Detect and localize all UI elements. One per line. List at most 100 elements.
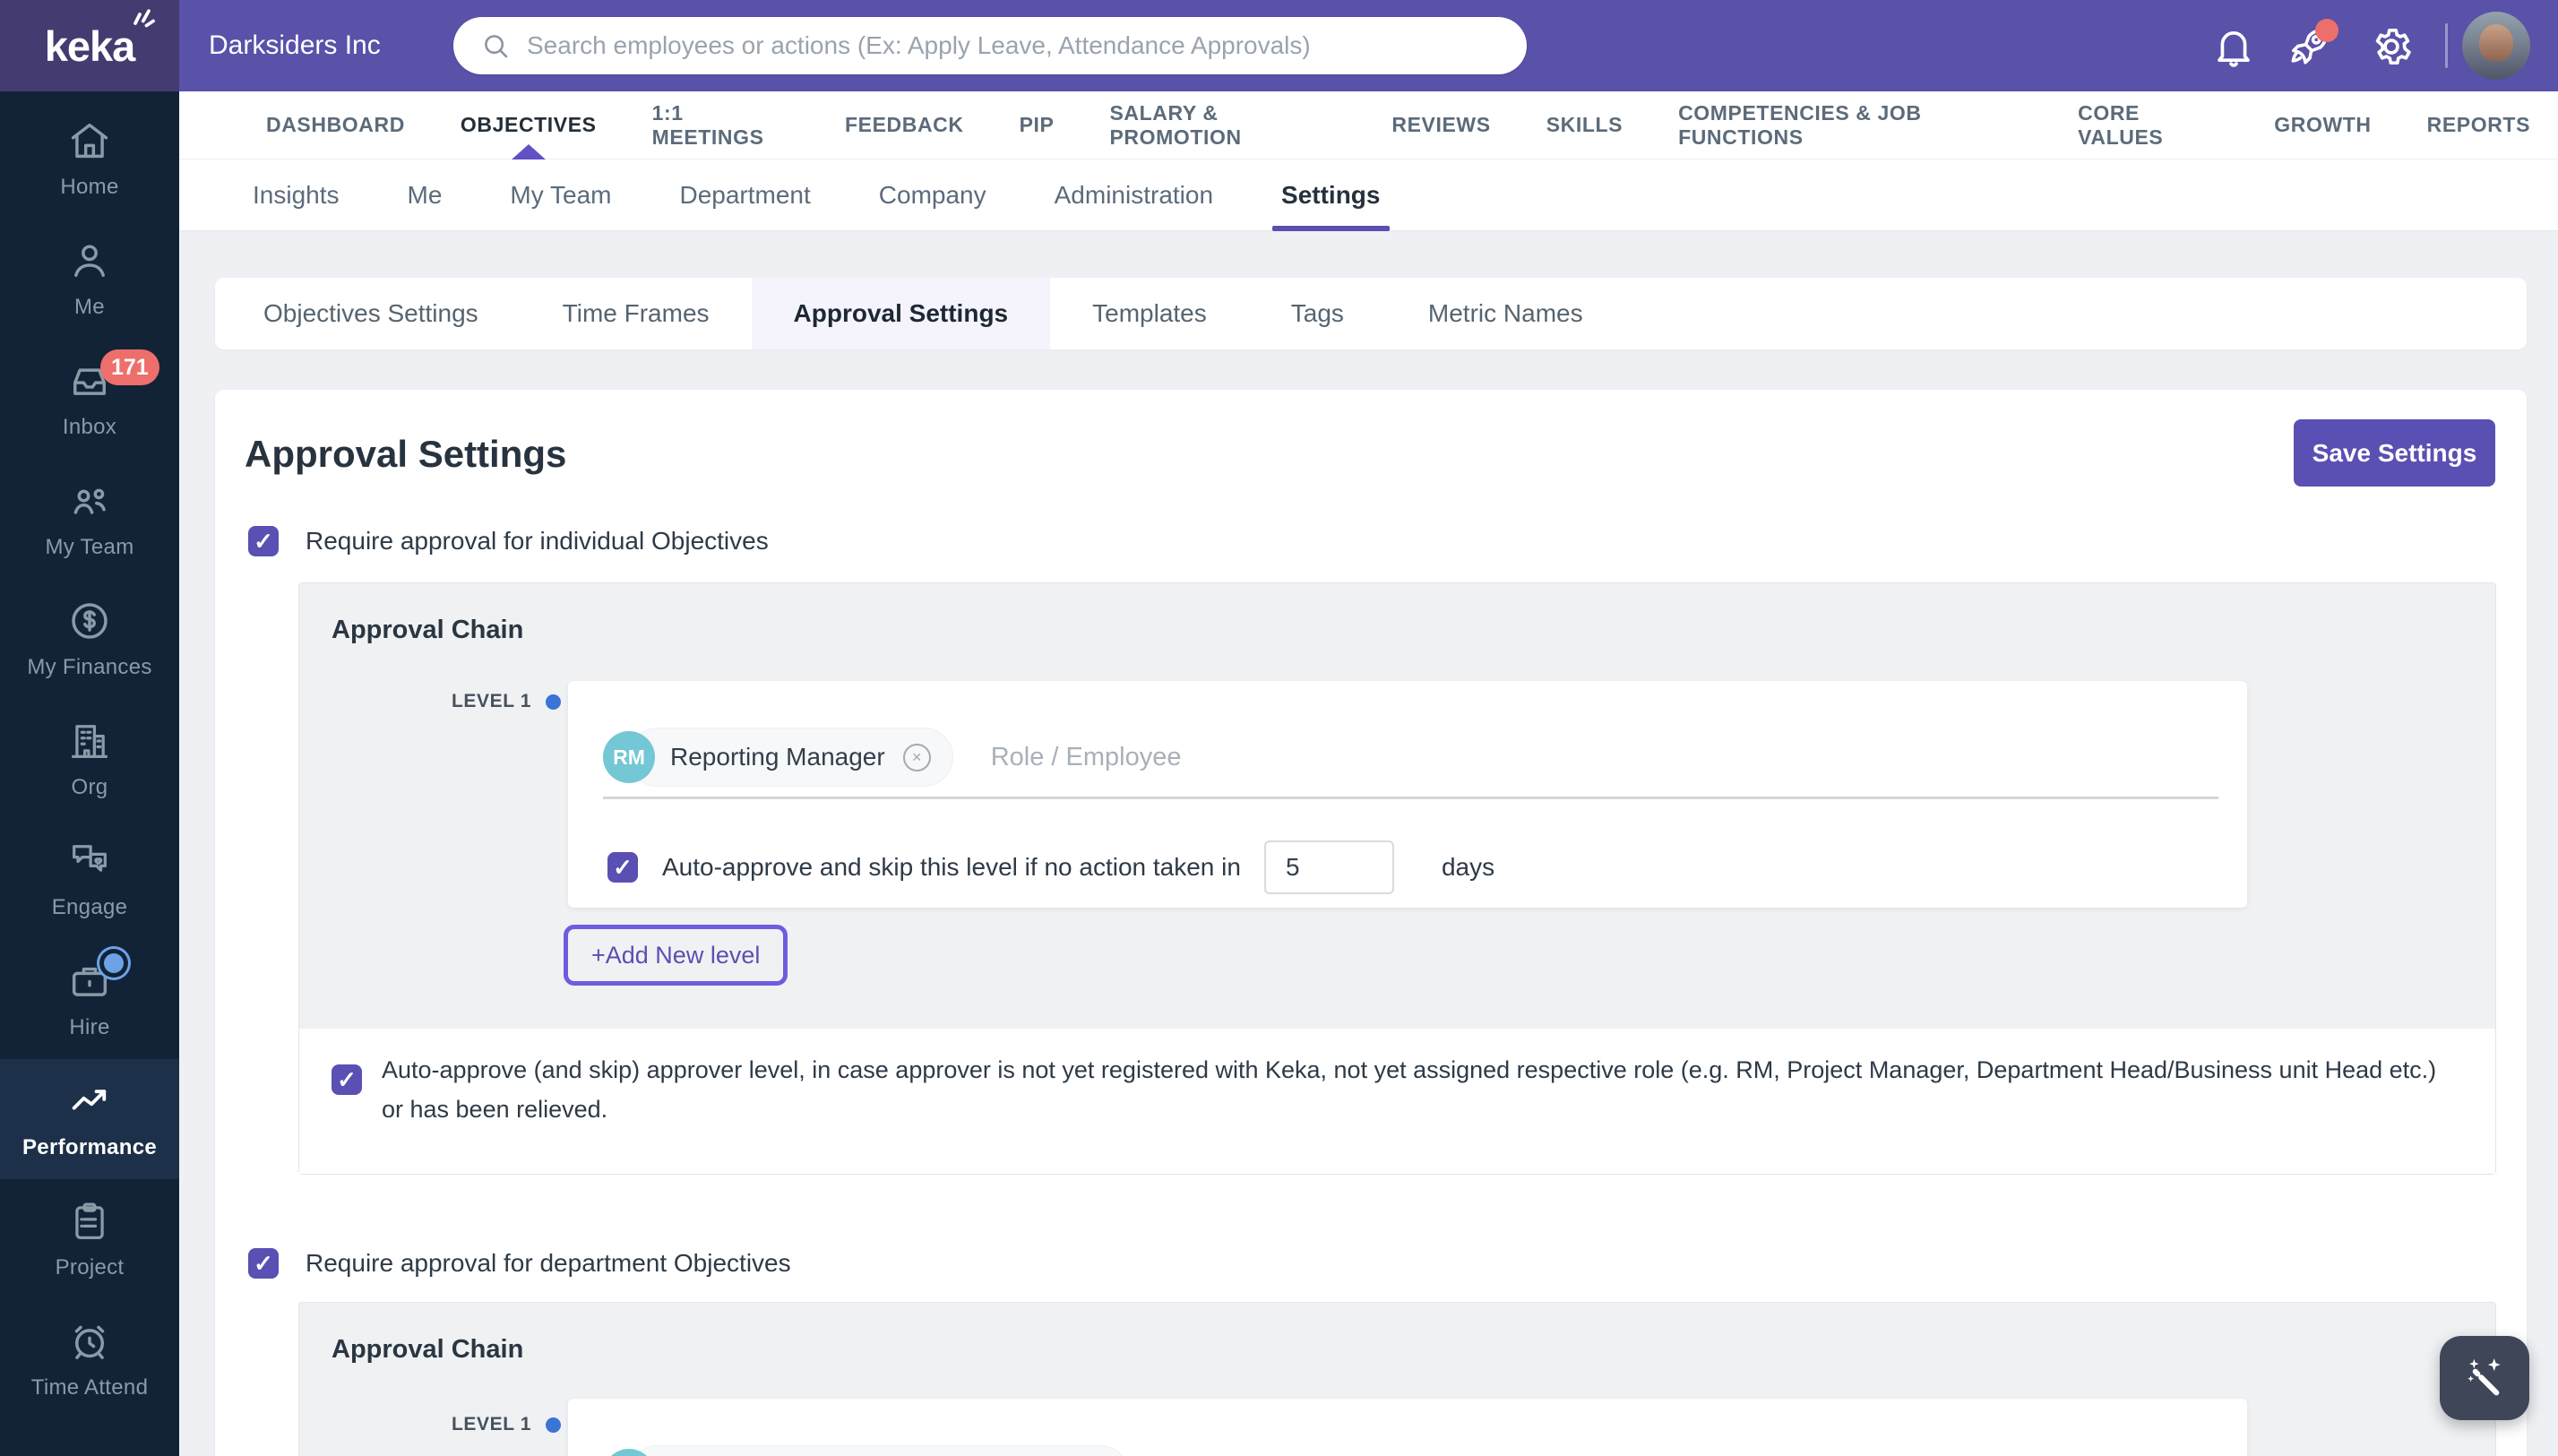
module-nav: DASHBOARD OBJECTIVES 1:1 MEETINGS FEEDBA… — [179, 91, 2558, 159]
tab-templates[interactable]: Templates — [1050, 278, 1249, 349]
subnav-my-team[interactable]: My Team — [476, 159, 645, 231]
sidebar-label: My Team — [45, 535, 133, 560]
chain-title: Approval Chain — [332, 1335, 523, 1365]
subnav-insights[interactable]: Insights — [219, 159, 374, 231]
days-input[interactable] — [1264, 840, 1394, 894]
require-department-approval-row: Require approval for department Objectiv… — [248, 1248, 791, 1279]
save-settings-button[interactable]: Save Settings — [2294, 419, 2495, 487]
settings-button[interactable] — [2366, 22, 2416, 72]
require-individual-label: Require approval for individual Objectiv… — [306, 527, 769, 556]
require-department-label: Require approval for department Objectiv… — [306, 1249, 791, 1278]
sidebar-label: Performance — [22, 1135, 157, 1160]
role-employee-input[interactable]: Role / Employee — [991, 743, 1182, 772]
sidebar-item-inbox[interactable]: 171 Inbox — [0, 339, 179, 459]
nav-salary-promotion[interactable]: SALARY & PROMOTION — [1081, 91, 1364, 159]
days-unit-label: days — [1442, 853, 1494, 882]
sidebar-item-hire[interactable]: Hire — [0, 939, 179, 1059]
global-search[interactable] — [453, 17, 1527, 74]
tab-time-frames[interactable]: Time Frames — [521, 278, 752, 349]
home-icon — [66, 117, 113, 164]
tab-objectives-settings[interactable]: Objectives Settings — [215, 278, 521, 349]
department-approval-chain: Approval Chain LEVEL 1 — [298, 1302, 2496, 1456]
nav-reviews[interactable]: REVIEWS — [1364, 91, 1518, 159]
level-1-card: RM Reporting Manager Role / Employee Aut… — [568, 681, 2247, 908]
app-sidebar: Home Me 171 Inbox My Team My Finances Or… — [0, 91, 179, 1456]
approver-name: Reporting Manager — [670, 743, 885, 771]
dollar-icon — [66, 598, 113, 644]
subnav-settings[interactable]: Settings — [1247, 159, 1414, 231]
settings-tab-bar: Objectives Settings Time Frames Approval… — [215, 278, 2527, 349]
sidebar-item-home[interactable]: Home — [0, 99, 179, 219]
level-1-tag: LEVEL 1 — [452, 1414, 561, 1435]
nav-pip[interactable]: PIP — [992, 91, 1082, 159]
sidebar-item-time-attend[interactable]: Time Attend — [0, 1299, 179, 1419]
sidebar-item-org[interactable]: Org — [0, 699, 179, 819]
notifications-button[interactable] — [2209, 22, 2259, 72]
sidebar-item-my-team[interactable]: My Team — [0, 459, 179, 579]
chain-title: Approval Chain — [332, 616, 523, 645]
subnav-administration[interactable]: Administration — [1021, 159, 1247, 231]
team-icon — [66, 478, 113, 524]
building-icon — [66, 718, 113, 764]
nav-1-1-meetings[interactable]: 1:1 MEETINGS — [624, 91, 817, 159]
level-dot — [546, 694, 561, 710]
page-title: Approval Settings — [245, 433, 566, 476]
auto-approve-note-row: Auto-approve (and skip) approver level, … — [299, 1029, 2495, 1174]
gear-icon — [2368, 23, 2415, 70]
approver-chip: Reporting Manager — [628, 728, 953, 787]
tab-approval-settings[interactable]: Approval Settings — [752, 278, 1051, 349]
nav-core-values[interactable]: CORE VALUES — [2050, 91, 2246, 159]
sidebar-label: Org — [72, 775, 108, 800]
add-new-level-button[interactable]: +Add New level — [564, 925, 788, 986]
tab-metric-names[interactable]: Metric Names — [1386, 278, 1625, 349]
assistant-wand-button[interactable] — [2440, 1336, 2529, 1420]
sidebar-item-engage[interactable]: Engage — [0, 819, 179, 939]
individual-approval-chain: Approval Chain LEVEL 1 RM Reporting Mana… — [298, 582, 2496, 1175]
sidebar-item-project[interactable]: Project — [0, 1179, 179, 1299]
nav-reports[interactable]: REPORTS — [2399, 91, 2558, 159]
logo-text: keka — [45, 22, 135, 70]
auto-approve-checkbox[interactable] — [607, 852, 638, 883]
sidebar-label: Home — [60, 175, 118, 200]
level-1-card — [568, 1399, 2247, 1456]
magic-wand-icon — [2459, 1353, 2510, 1403]
auto-approve-note-text: Auto-approve (and skip) approver level, … — [382, 1050, 2451, 1129]
sidebar-label: Me — [74, 295, 105, 320]
clipboard-icon — [66, 1198, 113, 1245]
nav-skills[interactable]: SKILLS — [1519, 91, 1650, 159]
require-individual-checkbox[interactable] — [248, 526, 279, 556]
nav-competencies[interactable]: COMPETENCIES & JOB FUNCTIONS — [1650, 91, 2050, 159]
user-avatar[interactable] — [2462, 12, 2530, 80]
sidebar-label: Time Attend — [31, 1375, 148, 1400]
nav-feedback[interactable]: FEEDBACK — [817, 91, 992, 159]
nav-growth[interactable]: GROWTH — [2246, 91, 2399, 159]
subnav-department[interactable]: Department — [645, 159, 844, 231]
nav-objectives[interactable]: OBJECTIVES — [433, 91, 624, 159]
subnav-me[interactable]: Me — [374, 159, 477, 231]
header-divider — [2445, 23, 2448, 68]
level-label: LEVEL 1 — [452, 691, 531, 712]
level-1-tag: LEVEL 1 — [452, 691, 561, 712]
sidebar-label: My Finances — [27, 655, 151, 680]
keka-logo[interactable]: keka — [0, 0, 179, 91]
sidebar-item-my-finances[interactable]: My Finances — [0, 579, 179, 699]
top-bar: keka Darksiders Inc — [0, 0, 2558, 91]
sidebar-item-me[interactable]: Me — [0, 219, 179, 339]
remove-approver-icon[interactable] — [903, 744, 931, 771]
search-input[interactable] — [527, 31, 1500, 60]
trend-icon — [66, 1078, 113, 1124]
level-label: LEVEL 1 — [452, 1414, 531, 1435]
sidebar-item-performance[interactable]: Performance — [0, 1059, 179, 1179]
whats-new-button[interactable] — [2285, 22, 2335, 72]
subnav-company[interactable]: Company — [845, 159, 1021, 231]
tab-tags[interactable]: Tags — [1249, 278, 1386, 349]
logo-sparks-icon — [131, 5, 158, 32]
hire-status-dot — [104, 953, 124, 973]
alarm-icon — [66, 1318, 113, 1365]
sidebar-label: Hire — [69, 1015, 109, 1040]
auto-approve-label: Auto-approve and skip this level if no a… — [662, 853, 1241, 882]
auto-approve-note-checkbox[interactable] — [332, 1064, 362, 1095]
sidebar-label: Engage — [52, 895, 128, 920]
require-department-checkbox[interactable] — [248, 1248, 279, 1279]
nav-dashboard[interactable]: DASHBOARD — [238, 91, 433, 159]
